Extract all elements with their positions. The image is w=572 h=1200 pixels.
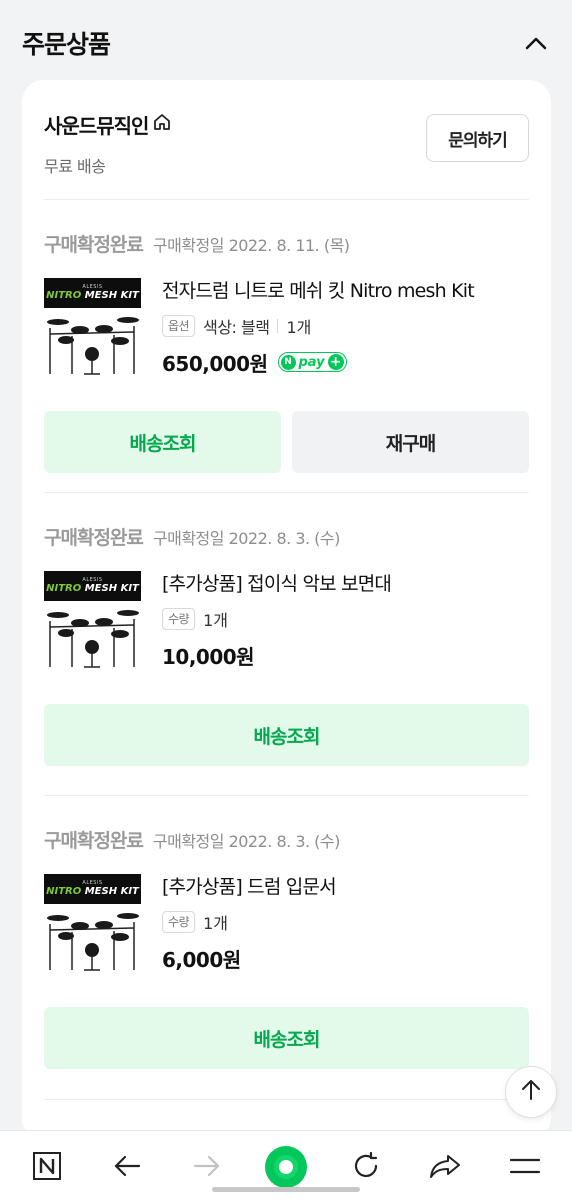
product-row[interactable]: ALESIS NITRO MESH KIT (44, 278, 529, 398)
status-line: 구매확정완료 구매확정일 2022. 8. 3. (수) (44, 523, 529, 553)
option-separator (277, 319, 279, 333)
price: 650,000원 (162, 351, 268, 376)
price: 10,000원 (162, 644, 255, 669)
price: 6,000원 (162, 947, 241, 972)
refresh-icon[interactable] (349, 1149, 383, 1183)
quantity: 1개 (203, 611, 228, 630)
chevron-up-icon[interactable] (522, 29, 550, 57)
menu-icon[interactable] (508, 1149, 542, 1183)
product-name[interactable]: [추가상품] 드럼 입문서 (162, 874, 529, 900)
seller-info: 사운드뮤직인 무료 배송 문의하기 (44, 110, 529, 200)
button-row: 배송조회 (44, 704, 529, 766)
quantity-tag: 수량 (162, 911, 196, 933)
thumbnail-title: NITRO MESH KIT (46, 886, 139, 897)
home-icon (152, 112, 172, 137)
product-thumbnail[interactable]: ALESIS NITRO MESH KIT (44, 571, 141, 668)
option-line: 옵션 색상: 블랙 1개 (162, 313, 529, 339)
confirm-date: 구매확정일 2022. 8. 3. (수) (152, 832, 340, 851)
product-row[interactable]: ALESIS NITRO MESH KIT (44, 874, 529, 994)
order-item: 구매확정완료 구매확정일 2022. 8. 11. (목) ALESIS NIT… (44, 230, 529, 473)
seller-name[interactable]: 사운드뮤직인 (44, 110, 149, 139)
thumbnail-title: NITRO MESH KIT (46, 583, 139, 594)
npay-plus-badge: N pay + (277, 352, 347, 372)
option-line: 수량 1개 (162, 909, 529, 935)
section-header: 주문상품 (0, 0, 572, 88)
order-status: 구매확정완료 (44, 830, 144, 852)
drum-kit-image (47, 317, 139, 375)
button-row: 배송조회 (44, 1007, 529, 1069)
npay-n-icon: N (280, 354, 296, 370)
confirm-date: 구매확정일 2022. 8. 3. (수) (152, 529, 340, 548)
naver-n-icon[interactable] (30, 1149, 64, 1183)
inquiry-button[interactable]: 문의하기 (426, 114, 529, 162)
option-line: 수량 1개 (162, 606, 529, 632)
home-indicator[interactable] (212, 1187, 360, 1192)
status-line: 구매확정완료 구매확정일 2022. 8. 11. (목) (44, 230, 529, 260)
drum-kit-image (47, 913, 139, 971)
green-home-dot-icon[interactable] (264, 1145, 308, 1189)
order-status: 구매확정완료 (44, 527, 144, 549)
order-item: 구매확정완료 구매확정일 2022. 8. 3. (수) ALESIS NITR… (44, 826, 529, 1069)
order-card: 사운드뮤직인 무료 배송 문의하기 구매확정완료 구매확정일 2022. 8. … (22, 80, 551, 1140)
divider (44, 795, 529, 796)
confirm-date: 구매확정일 2022. 8. 11. (목) (152, 236, 350, 255)
track-delivery-button[interactable]: 배송조회 (44, 704, 529, 766)
track-delivery-button[interactable]: 배송조회 (44, 411, 281, 473)
button-row: 배송조회 재구매 (44, 411, 529, 473)
divider (44, 492, 529, 493)
thumbnail-banner: ALESIS NITRO MESH KIT (44, 874, 141, 904)
price-line: 10,000원 (162, 640, 529, 670)
order-status: 구매확정완료 (44, 234, 144, 256)
forward-arrow-icon[interactable] (190, 1149, 224, 1183)
option-text: 색상: 블랙 (203, 318, 270, 337)
option-tag: 옵션 (162, 315, 196, 337)
track-delivery-button[interactable]: 배송조회 (44, 1007, 529, 1069)
product-row[interactable]: ALESIS NITRO MESH KIT (44, 571, 529, 691)
section-title: 주문상품 (22, 30, 111, 59)
quantity: 1개 (203, 914, 228, 933)
quantity-tag: 수량 (162, 608, 196, 630)
thumbnail-title: NITRO MESH KIT (46, 290, 139, 301)
product-info: [추가상품] 접이식 악보 보면대 수량 1개 10,000원 (162, 571, 529, 670)
price-line: 650,000원 N pay + (162, 347, 529, 377)
scroll-top-button[interactable] (505, 1066, 557, 1118)
quantity: 1개 (286, 318, 312, 337)
price-line: 6,000원 (162, 943, 529, 973)
divider (44, 1099, 529, 1100)
product-info: 전자드럼 니트로 메쉬 킷 Nitro mesh Kit 옵션 색상: 블랙 1… (162, 278, 529, 377)
product-thumbnail[interactable]: ALESIS NITRO MESH KIT (44, 874, 141, 971)
product-name[interactable]: [추가상품] 접이식 악보 보면대 (162, 571, 529, 597)
npay-plus-icon: + (327, 354, 344, 370)
back-arrow-icon[interactable] (110, 1149, 144, 1183)
product-info: [추가상품] 드럼 입문서 수량 1개 6,000원 (162, 874, 529, 973)
arrow-up-icon (520, 1078, 542, 1106)
rebuy-button[interactable]: 재구매 (292, 411, 529, 473)
status-line: 구매확정완료 구매확정일 2022. 8. 3. (수) (44, 826, 529, 856)
thumbnail-banner: ALESIS NITRO MESH KIT (44, 571, 141, 601)
share-icon[interactable] (428, 1149, 462, 1183)
product-thumbnail[interactable]: ALESIS NITRO MESH KIT (44, 278, 141, 375)
product-name[interactable]: 전자드럼 니트로 메쉬 킷 Nitro mesh Kit (162, 278, 529, 304)
order-item: 구매확정완료 구매확정일 2022. 8. 3. (수) ALESIS NITR… (44, 523, 529, 766)
drum-kit-image (47, 610, 139, 668)
npay-text: pay (298, 354, 325, 370)
thumbnail-banner: ALESIS NITRO MESH KIT (44, 278, 141, 308)
divider (44, 199, 529, 200)
